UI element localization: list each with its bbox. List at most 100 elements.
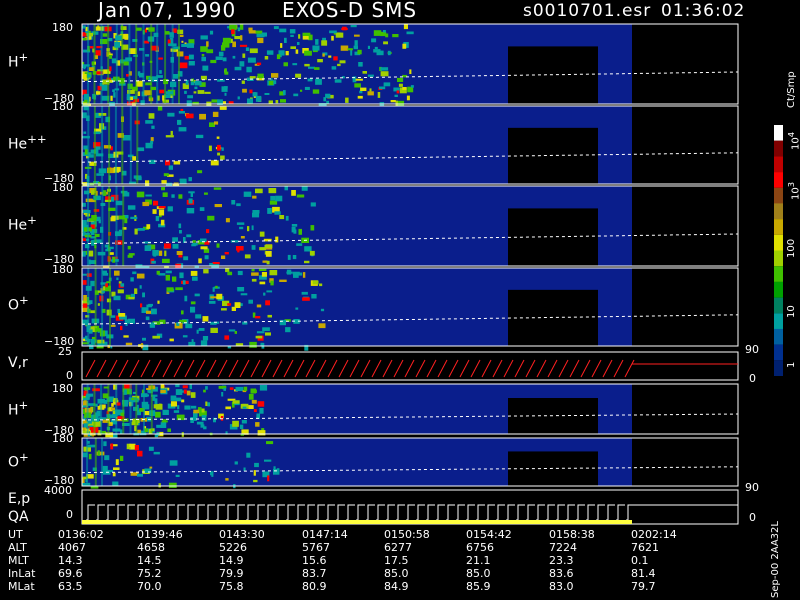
data-cell	[345, 97, 349, 103]
data-cell	[188, 198, 193, 204]
data-stripe	[108, 106, 111, 184]
data-cell	[146, 310, 152, 314]
data-cell	[251, 269, 255, 272]
data-cell	[98, 417, 107, 420]
data-cell	[248, 393, 254, 400]
data-stripe	[135, 24, 138, 104]
data-cell	[181, 43, 189, 47]
data-cell	[83, 97, 88, 100]
data-cell	[234, 302, 241, 308]
data-cell	[255, 188, 263, 194]
data-cell	[304, 260, 310, 264]
data-cell	[254, 316, 261, 319]
data-cell	[198, 328, 205, 331]
data-cell	[373, 30, 382, 36]
data-cell	[151, 308, 157, 315]
data-cell	[164, 243, 171, 249]
table-cell: 63.5	[58, 580, 83, 593]
data-cell	[97, 339, 105, 344]
data-cell	[304, 63, 310, 67]
data-cell	[347, 48, 353, 51]
panel-label-o-plus-1: O+	[8, 293, 29, 314]
qa-bar	[82, 520, 632, 524]
data-cell	[376, 50, 384, 56]
data-cell	[183, 389, 187, 394]
data-cell	[271, 73, 279, 78]
data-cell	[270, 195, 276, 201]
data-cell	[118, 229, 122, 235]
data-cell	[137, 450, 143, 457]
data-cell	[286, 271, 293, 274]
data-stripe	[101, 268, 104, 346]
data-cell	[165, 135, 174, 138]
data-cell	[256, 331, 265, 334]
data-cell	[145, 180, 150, 187]
data-cell	[185, 80, 189, 85]
table-cell: 70.0	[137, 580, 162, 593]
right-tick-label: 90	[745, 481, 759, 494]
data-cell	[167, 206, 173, 212]
data-cell	[334, 79, 342, 83]
data-stripe	[115, 186, 118, 266]
data-cell	[110, 407, 115, 411]
table-row-label: ALT	[8, 541, 27, 554]
data-cell	[275, 236, 279, 243]
data-cell	[188, 177, 192, 182]
data-cell	[221, 392, 224, 397]
data-cell	[258, 268, 267, 271]
data-stripe	[93, 24, 96, 104]
data-cell	[224, 335, 230, 340]
table-cell: 6756	[466, 541, 494, 554]
tick-label: 4000	[44, 484, 72, 497]
data-cell	[91, 190, 95, 195]
data-cell	[315, 78, 322, 85]
data-cell	[335, 32, 344, 38]
tick-label: 180	[52, 21, 73, 34]
data-cell	[109, 423, 112, 426]
data-cell	[177, 119, 182, 125]
data-cell	[379, 86, 386, 90]
data-cell	[82, 210, 91, 214]
data-cell	[319, 283, 323, 287]
data-cell	[89, 427, 94, 430]
data-cell	[251, 272, 259, 276]
data-stripe	[101, 438, 103, 486]
panel-label-he-plusplus: He++	[8, 132, 47, 153]
data-cell	[280, 43, 283, 48]
data-cell	[151, 260, 156, 264]
data-cell	[190, 81, 195, 86]
table-cell: 0158:38	[549, 528, 595, 541]
data-cell	[310, 225, 315, 231]
data-cell	[248, 405, 254, 409]
tick-label: 180	[52, 382, 73, 395]
data-cell	[354, 83, 361, 88]
tick-label: 180	[52, 432, 73, 445]
data-cell	[182, 335, 188, 338]
data-cell	[179, 34, 184, 37]
data-cell	[124, 33, 129, 40]
table-cell: 81.4	[631, 567, 656, 580]
data-cell	[170, 130, 173, 136]
colorbar-segment	[774, 156, 783, 173]
data-cell	[179, 319, 187, 323]
data-cell	[242, 88, 247, 93]
data-cell	[149, 159, 156, 164]
data-cell	[357, 95, 363, 99]
data-cell	[172, 237, 178, 242]
data-stripe	[86, 384, 89, 434]
data-cell	[105, 283, 108, 288]
data-cell	[395, 100, 398, 106]
data-cell	[115, 459, 119, 466]
data-cell	[197, 170, 203, 174]
data-cell	[134, 228, 138, 235]
data-cell	[354, 40, 358, 46]
data-cell	[93, 195, 101, 201]
data-cell	[134, 445, 139, 451]
data-cell	[392, 34, 399, 38]
table-cell: 75.2	[137, 567, 162, 580]
data-cell	[145, 142, 153, 149]
data-cell	[194, 86, 198, 90]
data-stripe	[87, 186, 89, 266]
data-cell	[387, 50, 391, 56]
data-cell	[273, 466, 276, 470]
